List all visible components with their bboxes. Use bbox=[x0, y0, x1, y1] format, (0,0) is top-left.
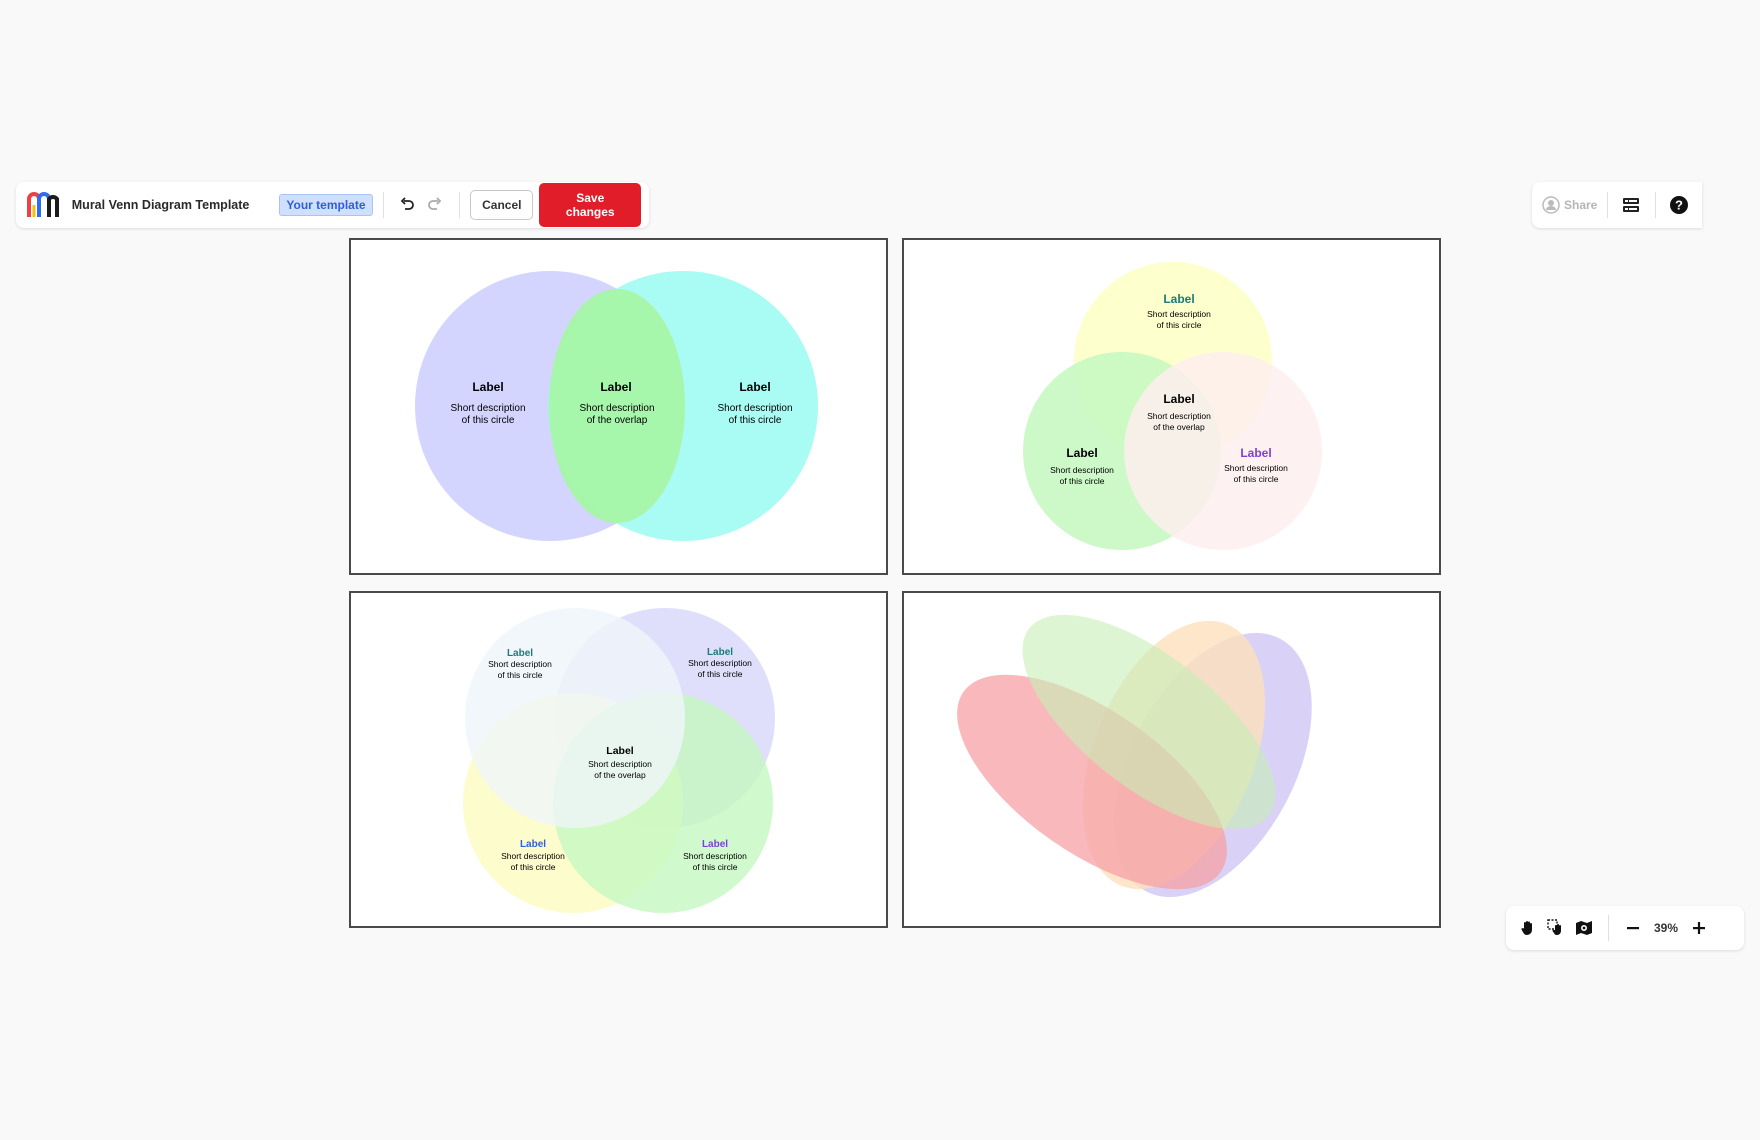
help-icon[interactable]: ? bbox=[1666, 191, 1692, 219]
divider bbox=[382, 192, 384, 218]
zoom-out-icon[interactable] bbox=[1619, 914, 1647, 942]
d1-overlap-label: Label bbox=[600, 380, 631, 394]
venn-frame-four-ellipse[interactable] bbox=[902, 591, 1441, 928]
page-title: Mural Venn Diagram Template bbox=[71, 198, 250, 212]
d2-right-desc: Short description bbox=[1224, 463, 1288, 473]
d2-center-desc: Short description bbox=[1147, 411, 1211, 421]
cancel-button[interactable]: Cancel bbox=[470, 190, 534, 220]
d2-top-desc: Short description bbox=[1147, 309, 1211, 319]
right-toolbar: Share ? bbox=[1532, 182, 1702, 228]
undo-icon[interactable] bbox=[394, 191, 422, 219]
share-button[interactable]: Share bbox=[1542, 196, 1597, 214]
d3-bottom-left-desc: of this circle bbox=[511, 862, 556, 872]
d3-bottom-left-label: Label bbox=[520, 839, 546, 850]
d1-overlap-desc: of the overlap bbox=[587, 415, 648, 426]
venn-frame-three-circle[interactable]: Label Short description of this circle L… bbox=[902, 238, 1441, 575]
d3-bottom-left-desc: Short description bbox=[501, 851, 565, 861]
d2-right-desc: of this circle bbox=[1234, 474, 1279, 484]
map-icon[interactable] bbox=[1570, 914, 1598, 942]
share-label: Share bbox=[1564, 198, 1598, 212]
d1-left-desc: Short description bbox=[450, 403, 525, 414]
divider bbox=[1654, 192, 1656, 218]
save-changes-button[interactable]: Save changes bbox=[539, 183, 641, 227]
d3-top-right-desc: Short description bbox=[688, 658, 752, 668]
d1-right-desc: Short description bbox=[717, 403, 792, 414]
d1-left-label: Label bbox=[472, 380, 503, 394]
zoom-in-icon[interactable] bbox=[1685, 914, 1713, 942]
d3-bottom-right-desc: Short description bbox=[683, 851, 747, 861]
d1-right-desc: of this circle bbox=[729, 415, 782, 426]
d3-bottom-right-desc: of this circle bbox=[693, 862, 738, 872]
d2-left-label: Label bbox=[1066, 446, 1097, 460]
svg-text:?: ? bbox=[1675, 198, 1683, 213]
d2-left-desc: Short description bbox=[1050, 465, 1114, 475]
d2-center-label: Label bbox=[1163, 392, 1194, 406]
d3-top-left-label: Label bbox=[507, 648, 533, 659]
zoom-toolbar: 39% bbox=[1506, 906, 1744, 950]
d3-top-left-desc: Short description bbox=[488, 659, 552, 669]
d1-left-desc: of this circle bbox=[462, 415, 515, 426]
hand-icon[interactable] bbox=[1514, 914, 1542, 942]
venn-circle-right[interactable] bbox=[1124, 352, 1322, 550]
template-badge: Your template bbox=[279, 194, 373, 216]
venn-frame-two-circle[interactable]: Label Short description of this circle L… bbox=[349, 238, 888, 575]
d3-top-right-label: Label bbox=[707, 647, 733, 658]
divider bbox=[1607, 192, 1609, 218]
d1-overlap-desc: Short description bbox=[579, 403, 654, 414]
d3-top-left-desc: of this circle bbox=[498, 670, 543, 680]
d2-top-label: Label bbox=[1163, 292, 1194, 306]
d2-left-desc: of this circle bbox=[1060, 476, 1105, 486]
d3-bottom-right-label: Label bbox=[702, 839, 728, 850]
d3-center-desc: of the overlap bbox=[594, 770, 646, 780]
d2-right-label: Label bbox=[1240, 446, 1271, 460]
d3-center-label: Label bbox=[606, 745, 634, 757]
top-toolbar: Mural Venn Diagram Template Your templat… bbox=[16, 182, 649, 228]
zoom-level: 39% bbox=[1653, 921, 1679, 935]
divider bbox=[1608, 915, 1609, 941]
outline-icon[interactable] bbox=[1618, 191, 1644, 219]
redo-icon[interactable] bbox=[421, 191, 449, 219]
d3-center-desc: Short description bbox=[588, 759, 652, 769]
d2-center-desc: of the overlap bbox=[1153, 422, 1205, 432]
venn-circle-top-left[interactable] bbox=[465, 608, 685, 828]
d2-top-desc: of this circle bbox=[1157, 320, 1202, 330]
d3-top-right-desc: of this circle bbox=[698, 669, 743, 679]
select-hand-icon[interactable] bbox=[1542, 914, 1570, 942]
mural-logo[interactable] bbox=[26, 189, 62, 221]
venn-frame-four-circle[interactable]: Label Short description of this circle L… bbox=[349, 591, 888, 928]
share-user-icon bbox=[1542, 196, 1560, 214]
divider bbox=[459, 192, 461, 218]
d1-right-label: Label bbox=[739, 380, 770, 394]
